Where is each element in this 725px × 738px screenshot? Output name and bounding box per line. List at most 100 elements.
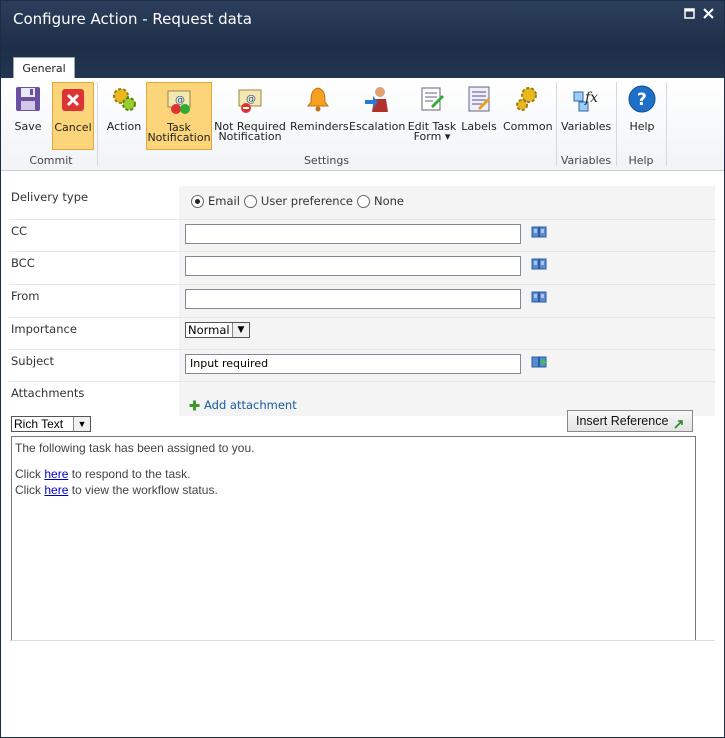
from-row: From	[9, 285, 715, 318]
not-required-notification-button[interactable]: @ Not Required Notification	[214, 82, 286, 142]
email-blocked-icon: @	[235, 84, 265, 114]
plus-icon	[189, 400, 200, 411]
message-body-editor[interactable]: The following task has been assigned to …	[11, 436, 696, 641]
bell-icon	[303, 84, 333, 114]
bcc-label: BCC	[11, 256, 35, 270]
delivery-type-label: Delivery type	[11, 190, 89, 204]
common-label: Common	[503, 120, 553, 133]
title-bar: Configure Action - Request data General	[1, 1, 724, 80]
delivery-email-label: Email	[208, 194, 240, 208]
action-button[interactable]: Action	[104, 82, 144, 132]
bcc-row: BCC	[9, 252, 715, 285]
address-book-icon[interactable]	[531, 226, 547, 238]
from-value-cell	[179, 285, 715, 317]
click-text: Click	[15, 483, 41, 497]
insert-reference-book-icon[interactable]	[531, 356, 547, 368]
address-book-icon[interactable]	[531, 291, 547, 303]
help-label: Help	[629, 120, 655, 133]
variables-label: Variables	[561, 120, 612, 133]
body-line-1: The following task has been assigned to …	[15, 441, 255, 455]
variables-button[interactable]: fx Variables	[561, 82, 611, 132]
delivery-type-row: Delivery type Email User preference None	[9, 186, 715, 220]
body-line-view: Click here to view the workflow status.	[15, 483, 218, 497]
ribbon: Save Cancel Action @ Task Notification @…	[1, 78, 724, 171]
group-separator	[666, 82, 667, 166]
close-icon[interactable]	[703, 8, 714, 19]
labels-button[interactable]: Labels	[459, 82, 499, 132]
svg-text:?: ?	[637, 90, 647, 110]
attachments-label: Attachments	[11, 386, 85, 400]
maximize-icon[interactable]	[684, 8, 695, 19]
radio-selected-icon	[191, 194, 204, 208]
insert-reference-button[interactable]: Insert Reference	[567, 410, 693, 432]
radio-unselected-icon	[243, 194, 257, 208]
email-notification-icon: @	[164, 85, 194, 115]
chevron-down-icon: ▼	[232, 323, 249, 337]
svg-text:fx: fx	[584, 90, 598, 106]
task-notification-label-2: Notification	[147, 131, 211, 144]
body-line-respond: Click here to respond to the task.	[15, 467, 190, 481]
importance-row: Importance Normal ▼	[9, 318, 715, 350]
importance-selected-value: Normal	[188, 323, 230, 337]
delivery-user-preference-label: User preference	[260, 194, 353, 208]
cancel-x-icon	[58, 85, 88, 115]
subject-row: Subject Input required	[9, 350, 715, 382]
task-notification-button[interactable]: @ Task Notification	[146, 82, 212, 150]
radio-unselected-icon	[357, 194, 370, 208]
insert-reference-label: Insert Reference	[576, 414, 669, 428]
insert-arrow-icon	[674, 415, 684, 435]
bcc-value-cell	[179, 252, 715, 284]
add-attachment-link[interactable]: Add attachment	[189, 398, 297, 412]
delivery-none-radio[interactable]: None	[357, 194, 404, 208]
labels-document-icon	[464, 84, 494, 114]
help-button[interactable]: ? Help	[623, 82, 661, 132]
action-label: Action	[106, 120, 142, 133]
escalation-label: Escalation	[349, 120, 406, 133]
delivery-none-label: None	[374, 194, 405, 208]
cc-label: CC	[11, 224, 28, 238]
save-label: Save	[14, 120, 42, 133]
cc-input[interactable]	[185, 224, 521, 244]
function-fx-icon: fx	[571, 84, 601, 114]
tab-general[interactable]: General	[13, 57, 75, 80]
chevron-down-icon: ▼	[73, 417, 90, 431]
edit-task-form-button[interactable]: Edit Task Form ▾	[407, 82, 457, 142]
dropdown-arrow-icon: ▾	[441, 130, 451, 143]
format-select[interactable]: Rich Text ▼	[11, 416, 91, 432]
window-title: Configure Action - Request data	[13, 10, 252, 28]
common-gears-icon	[512, 84, 542, 114]
save-button[interactable]: Save	[9, 82, 47, 132]
group-label-commit: Commit	[29, 154, 73, 167]
click-text: Click	[15, 467, 41, 481]
cancel-button[interactable]: Cancel	[52, 82, 94, 150]
gears-icon	[109, 84, 139, 114]
subject-value-cell: Input required	[179, 350, 715, 381]
form-edit-icon	[417, 84, 447, 114]
escalation-button[interactable]: Escalation	[349, 82, 405, 132]
cc-value-cell	[179, 220, 715, 251]
subject-input[interactable]: Input required	[185, 354, 521, 374]
respond-here-link[interactable]: here	[44, 467, 68, 481]
view-status-here-link[interactable]: here	[44, 483, 68, 497]
action-form: Delivery type Email User preference None…	[9, 186, 715, 416]
importance-select[interactable]: Normal ▼	[185, 322, 250, 338]
address-book-icon[interactable]	[531, 258, 547, 270]
importance-label: Importance	[11, 322, 77, 336]
reminders-button[interactable]: Reminders	[290, 82, 349, 133]
bcc-input[interactable]	[185, 256, 521, 276]
common-button[interactable]: Common	[503, 82, 553, 133]
importance-value-cell: Normal ▼	[179, 318, 715, 349]
cancel-label: Cancel	[54, 121, 92, 134]
edit-task-form-label-2: Form	[413, 130, 442, 143]
add-attachment-label: Add attachment	[204, 398, 297, 412]
delivery-user-preference-radio[interactable]: User preference	[243, 194, 353, 208]
not-required-label-2: Notification	[218, 130, 282, 143]
escalation-person-icon	[362, 84, 392, 114]
group-label-settings: Settings	[303, 154, 350, 167]
group-label-help: Help	[628, 154, 654, 167]
delivery-email-radio[interactable]: Email	[191, 194, 240, 208]
reminders-label: Reminders	[290, 120, 349, 133]
help-question-icon: ?	[627, 84, 657, 114]
respond-tail-text: to respond to the task.	[71, 467, 191, 481]
from-input[interactable]	[185, 289, 521, 309]
